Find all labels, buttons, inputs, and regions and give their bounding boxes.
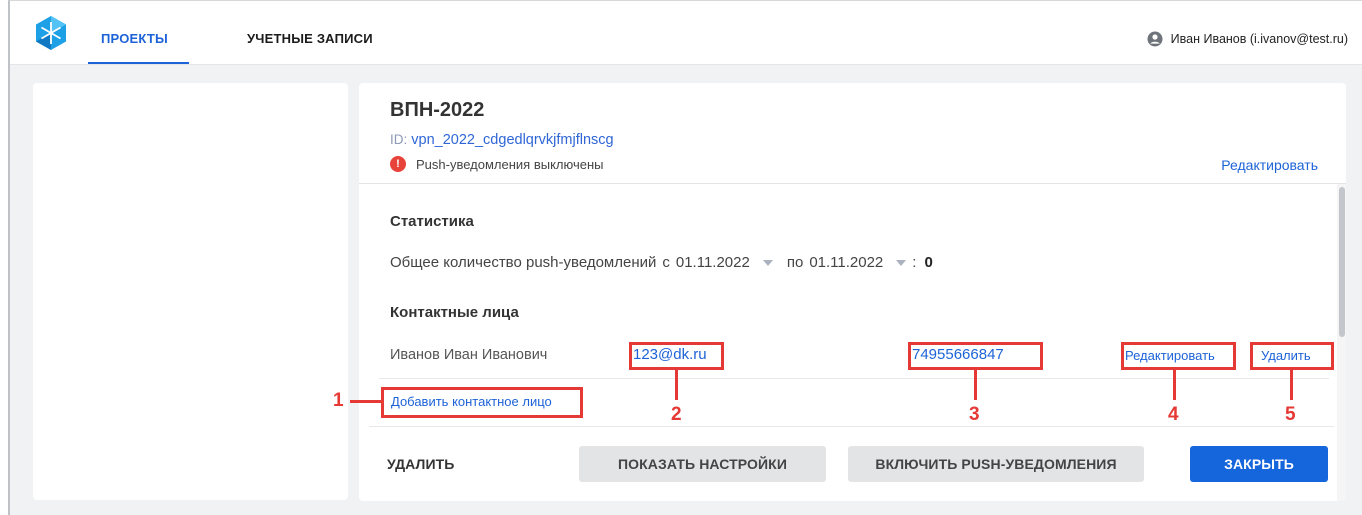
project-id: ID: vpn_2022_cdgedlqrvkjfmjflnscg: [390, 132, 614, 148]
annotation-marker: 5: [1285, 404, 1296, 425]
project-id-label: ID:: [390, 132, 408, 147]
annotation-marker: 2: [671, 404, 682, 425]
edit-contact-link[interactable]: Редактировать: [1125, 348, 1215, 363]
app-logo-icon: [36, 16, 66, 50]
chevron-down-icon[interactable]: [762, 259, 773, 266]
tab-projects[interactable]: ПРОЕКТЫ: [101, 31, 168, 46]
from-date-select[interactable]: 01.11.2022: [676, 254, 750, 271]
top-navigation-bar: ПРОЕКТЫ УЧЕТНЫЕ ЗАПИСИ Иван Иванов (i.iv…: [10, 1, 1362, 65]
project-id-value: vpn_2022_cdgedlqrvkjfmjflnscg: [411, 132, 614, 148]
push-count: 0: [924, 254, 933, 271]
scrollbar-thumb[interactable]: [1339, 187, 1345, 337]
annotation-connector: [1173, 370, 1176, 400]
project-details-card: ВПН-2022 ID: vpn_2022_cdgedlqrvkjfmjflns…: [359, 83, 1346, 501]
to-label: по: [786, 254, 804, 271]
annotation-marker: 4: [1168, 404, 1179, 425]
contact-name: Иванов Иван Иванович: [390, 347, 548, 363]
project-title: ВПН-2022: [390, 99, 485, 121]
user-avatar-icon: [1147, 31, 1163, 47]
colon: :: [912, 254, 917, 271]
contact-phone[interactable]: 74955666847: [912, 346, 1004, 363]
active-tab-indicator: [88, 62, 189, 64]
projects-list-panel: [33, 83, 348, 500]
annotation-marker: 1: [333, 390, 344, 411]
divider: [359, 183, 1346, 184]
edit-project-link[interactable]: Редактировать: [1221, 157, 1318, 173]
statistics-title: Статистика: [390, 213, 474, 230]
user-menu[interactable]: Иван Иванов (i.ivanov@test.ru): [1147, 31, 1348, 47]
total-label: Общее количество push-уведомлений: [390, 254, 657, 271]
delete-contact-link[interactable]: Удалить: [1261, 348, 1311, 363]
divider: [369, 426, 1334, 427]
chevron-down-icon[interactable]: [896, 259, 907, 266]
contact-email[interactable]: 123@dk.ru: [633, 346, 707, 363]
warning-icon: !: [390, 156, 406, 172]
tab-accounts[interactable]: УЧЕТНЫЕ ЗАПИСИ: [247, 31, 373, 46]
push-status: ! Push-уведомления выключены: [390, 156, 603, 172]
annotation-connector: [1290, 370, 1293, 400]
annotation-marker: 3: [969, 404, 980, 425]
to-date-select[interactable]: 01.11.2022: [809, 254, 883, 271]
enable-push-button[interactable]: ВКЛЮЧИТЬ PUSH-УВЕДОМЛЕНИЯ: [848, 446, 1144, 482]
contacts-title: Контактные лица: [390, 304, 519, 321]
user-name: Иван Иванов (i.ivanov@test.ru): [1170, 32, 1348, 46]
delete-project-button[interactable]: УДАЛИТЬ: [387, 446, 487, 482]
annotation-connector: [675, 370, 678, 400]
push-status-text: Push-уведомления выключены: [416, 156, 604, 172]
close-button[interactable]: ЗАКРЫТЬ: [1190, 446, 1328, 482]
show-settings-button[interactable]: ПОКАЗАТЬ НАСТРОЙКИ: [579, 446, 826, 482]
annotation-connector: [974, 370, 977, 400]
divider: [379, 378, 1329, 379]
from-label: с: [662, 254, 670, 271]
statistics-row: Общее количество push-уведомлений с 01.1…: [390, 254, 933, 271]
annotation-connector: [350, 400, 381, 403]
add-contact-link[interactable]: Добавить контактное лицо: [391, 394, 552, 409]
